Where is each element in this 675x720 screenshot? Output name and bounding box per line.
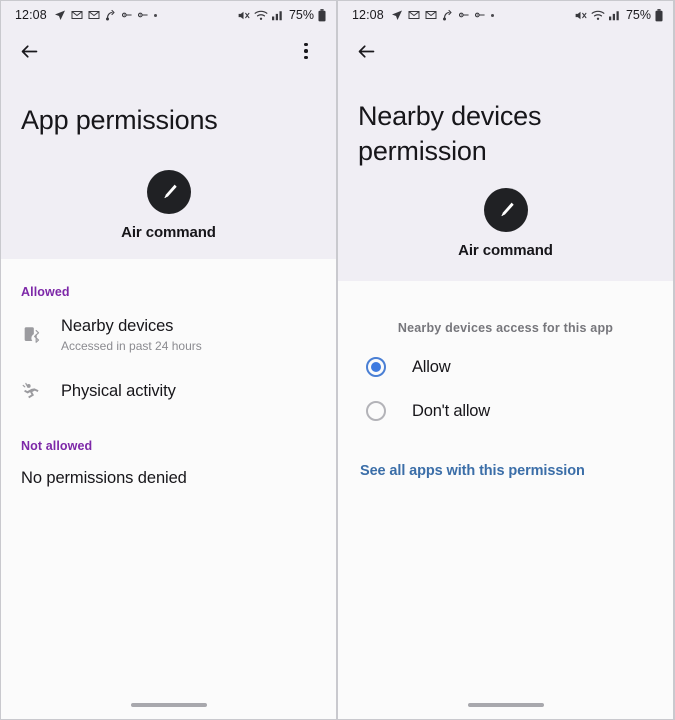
kebab-dots <box>304 42 308 60</box>
app-identity-block: Air command <box>338 182 673 281</box>
status-clock: 12:08 <box>352 8 384 22</box>
kebab-menu-icon[interactable] <box>292 37 320 65</box>
battery-percentage: 75% <box>625 8 651 22</box>
radio-option-dont-allow[interactable]: Don't allow <box>338 389 673 433</box>
left-phone-screen: 12:08 75% App permissions Air command Al… <box>1 1 336 719</box>
mail-icon <box>425 9 437 21</box>
navigation-bar-left <box>1 691 336 719</box>
status-bar-right: 12:08 75% <box>338 1 673 29</box>
list-item-label: Nearby devices <box>61 316 174 335</box>
allowed-section-label: Allowed <box>21 284 70 299</box>
list-item-text: Physical activity <box>61 382 176 401</box>
mail-icon <box>408 9 420 21</box>
status-bar-right-group: 75% <box>237 8 326 22</box>
dot-icon <box>490 13 494 17</box>
battery-icon <box>318 8 326 22</box>
page-title: App permissions <box>21 105 218 135</box>
list-item[interactable]: Nearby devices Accessed in past 24 hours <box>1 299 336 367</box>
wifi-icon <box>254 9 268 21</box>
app-name: Air command <box>121 223 216 241</box>
battery-icon <box>655 8 663 22</box>
app-identity-block: Air command <box>1 168 336 259</box>
app-bar-right <box>338 29 673 73</box>
wifi-icon <box>591 9 605 21</box>
link-icon <box>474 11 486 19</box>
right-body: Nearby devices access for this app Allow… <box>338 281 673 691</box>
navigation-bar-right <box>338 691 673 719</box>
dot-icon <box>153 13 157 17</box>
status-bar-left: 12:08 75% <box>1 1 336 29</box>
no-permissions-denied-text: No permissions denied <box>21 468 187 487</box>
link-icon <box>137 11 149 19</box>
signal-icon <box>608 9 621 21</box>
app-name: Air command <box>458 242 553 260</box>
sound-bounce-icon <box>105 9 117 22</box>
physical-activity-running-icon <box>19 379 45 405</box>
list-item-label: Physical activity <box>61 382 176 401</box>
link-icon <box>458 11 470 19</box>
radio-option-label: Allow <box>412 357 451 376</box>
left-body: Allowed Nearby devices Accessed in past … <box>1 258 336 691</box>
mail-icon <box>88 9 100 21</box>
list-item[interactable]: Physical activity <box>1 367 336 419</box>
not-allowed-section-label: Not allowed <box>21 438 93 453</box>
status-bar-left-group: 12:08 <box>15 8 237 22</box>
mute-icon <box>237 9 250 22</box>
radio-option-allow[interactable]: Allow <box>338 335 673 389</box>
status-bar-left-group: 12:08 <box>352 8 574 22</box>
list-item-sublabel: Accessed in past 24 hours <box>61 338 202 353</box>
home-gesture-pill[interactable] <box>130 703 207 707</box>
nearby-devices-bluetooth-icon <box>19 322 45 348</box>
see-all-apps-link[interactable]: See all apps with this permission <box>338 433 673 479</box>
home-gesture-pill[interactable] <box>467 703 544 707</box>
battery-percentage: 75% <box>288 8 314 22</box>
right-phone-screen: 12:08 75% Nearby devices permission Air … <box>338 1 673 719</box>
air-command-spen-icon <box>483 188 528 233</box>
air-command-spen-icon <box>146 169 191 214</box>
radio-option-label: Don't allow <box>412 401 490 420</box>
signal-icon <box>271 9 284 21</box>
list-item-text: Nearby devices Accessed in past 24 hours <box>61 317 202 353</box>
radio-selected-icon[interactable] <box>366 357 386 378</box>
mail-icon <box>71 9 83 21</box>
radio-unselected-icon[interactable] <box>366 401 386 422</box>
status-bar-right-group: 75% <box>574 8 663 22</box>
dual-screenshot-stage: 12:08 75% App permissions Air command Al… <box>0 0 675 720</box>
mute-icon <box>574 9 587 22</box>
page-title: Nearby devices permission <box>358 101 542 166</box>
status-clock: 12:08 <box>15 8 47 22</box>
right-header-region: Nearby devices permission Air command <box>338 73 673 282</box>
left-header-region: App permissions Air command <box>1 73 336 259</box>
back-arrow-icon[interactable] <box>352 37 380 65</box>
link-icon <box>121 11 133 19</box>
navigation-arrow-icon <box>391 9 403 21</box>
app-bar-left <box>1 29 336 73</box>
back-arrow-icon[interactable] <box>15 37 43 65</box>
sound-bounce-icon <box>442 9 454 22</box>
options-header: Nearby devices access for this app <box>397 321 614 336</box>
navigation-arrow-icon <box>54 9 66 21</box>
